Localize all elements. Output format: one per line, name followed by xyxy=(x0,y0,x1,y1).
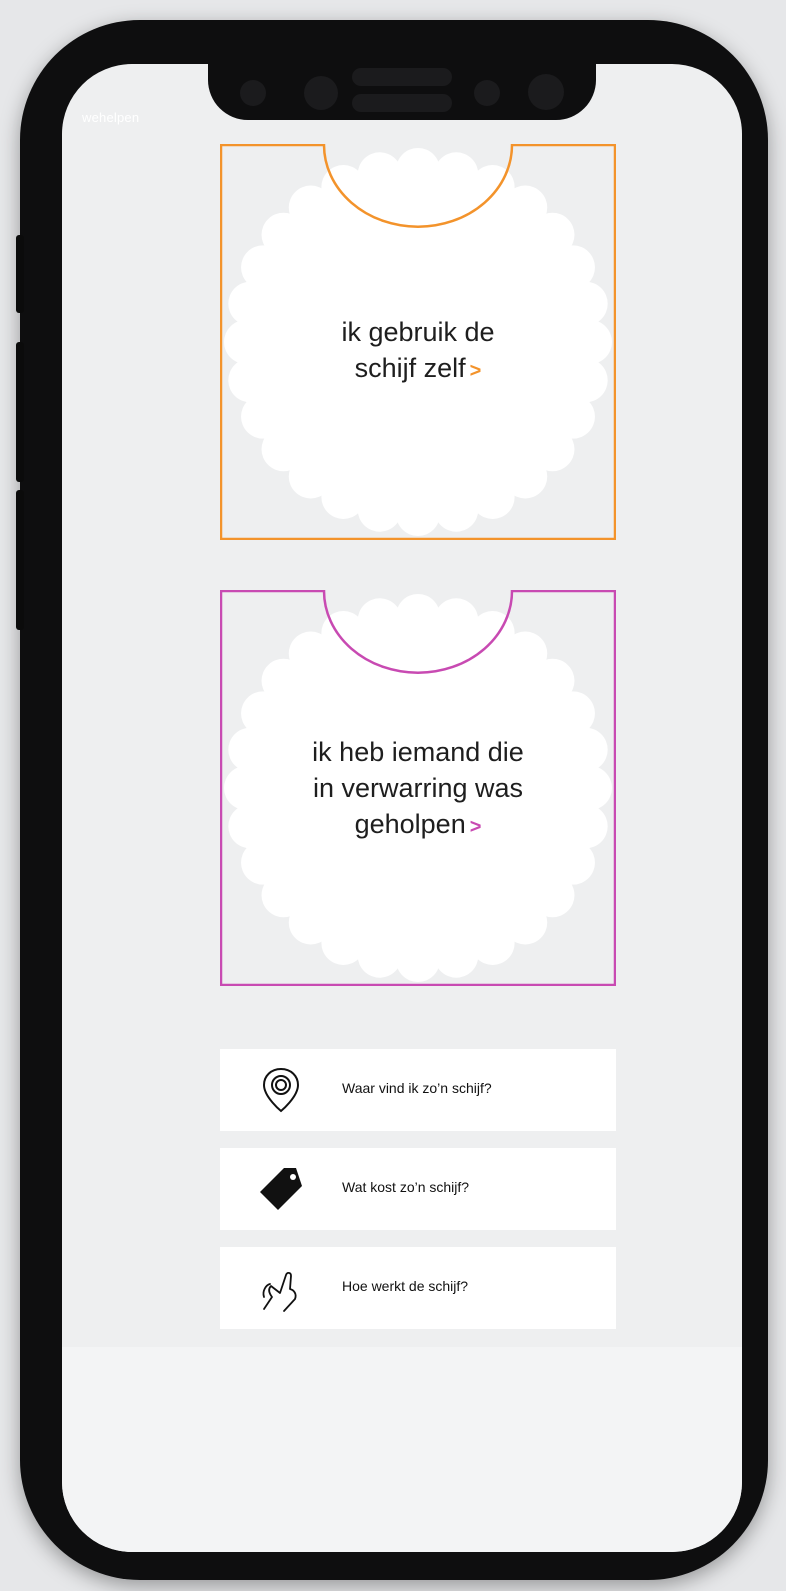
option-label-line-1: ik gebruik de xyxy=(341,317,495,347)
front-camera-icon xyxy=(528,74,564,110)
link-label: Hoe werkt de schijf? xyxy=(342,1278,469,1294)
hand-pointer-icon xyxy=(262,1271,297,1312)
volume-down-button xyxy=(16,490,24,630)
link-label: Wat kost zo’n schijf? xyxy=(342,1179,470,1195)
option-label-line-2: schijf zelf > xyxy=(354,353,482,383)
chevron-right-icon: > xyxy=(469,816,482,838)
option-label-line-3: geholpen > xyxy=(354,809,482,839)
mute-switch xyxy=(16,235,24,313)
speaker-grille xyxy=(352,68,452,86)
option-label-line-1: ik heb iemand die xyxy=(312,737,524,767)
option-card-self-use[interactable]: ik gebruik de schijf zelf > xyxy=(220,144,616,540)
speaker-grille-lower xyxy=(352,94,452,112)
location-pin-icon xyxy=(262,1067,300,1113)
option-label: ik heb iemand die in verwarring was geho… xyxy=(220,734,616,845)
link-label: Waar vind ik zo’n schijf? xyxy=(342,1080,492,1096)
option-label-line-2: in verwarring was xyxy=(312,773,524,803)
link-how-it-works[interactable]: Hoe werkt de schijf? xyxy=(220,1247,616,1329)
proximity-sensor-icon xyxy=(474,80,500,106)
brand-logo: wehelpen xyxy=(82,110,140,125)
volume-up-button xyxy=(16,342,24,482)
option-label: ik gebruik de schijf zelf > xyxy=(220,314,616,389)
camera-icon xyxy=(304,76,338,110)
screen-bottom-area xyxy=(62,1347,742,1552)
price-tag-icon xyxy=(260,1168,302,1210)
link-where-to-find[interactable]: Waar vind ik zo’n schijf? xyxy=(220,1049,616,1131)
phone-notch xyxy=(208,62,596,120)
sensor-icon xyxy=(240,80,266,106)
option-card-helped-someone[interactable]: ik heb iemand die in verwarring was geho… xyxy=(220,590,616,986)
link-cost[interactable]: Wat kost zo’n schijf? xyxy=(220,1148,616,1230)
chevron-right-icon: > xyxy=(469,360,482,382)
